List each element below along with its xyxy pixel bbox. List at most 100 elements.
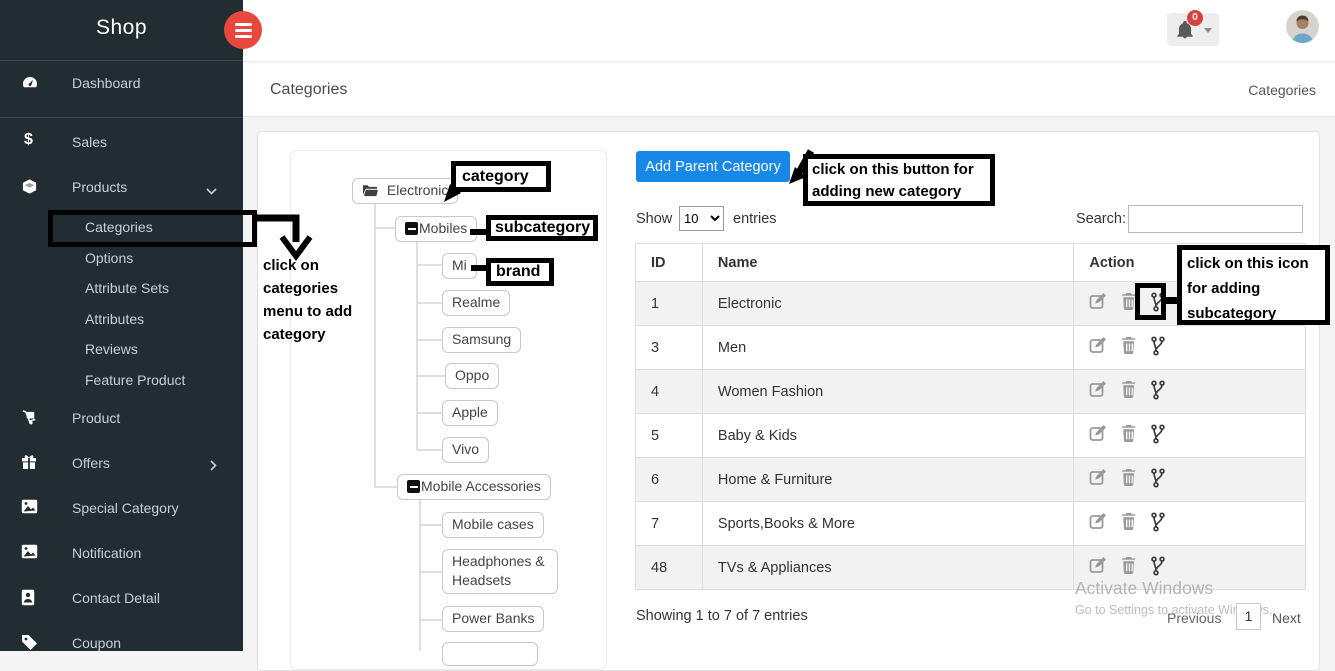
folder-open-icon bbox=[362, 184, 378, 197]
page-title: Categories bbox=[270, 81, 347, 99]
annotation-category-label: category bbox=[451, 161, 551, 192]
add-parent-category-button[interactable]: Add Parent Category bbox=[636, 151, 790, 182]
edit-icon[interactable] bbox=[1089, 292, 1108, 315]
sidebar-item-reviews[interactable]: Reviews bbox=[0, 338, 243, 364]
dollar-icon: $ bbox=[24, 131, 42, 149]
edit-icon[interactable] bbox=[1089, 468, 1108, 491]
tree-node-headphones-headsets[interactable]: Headphones & Headsets bbox=[442, 549, 558, 594]
chevron-right-icon bbox=[209, 458, 217, 474]
column-header-id[interactable]: ID bbox=[636, 244, 703, 282]
cell-name: TVs & Appliances bbox=[702, 546, 1073, 590]
tree-node-power-banks[interactable]: Power Banks bbox=[442, 606, 544, 632]
sidebar-item-products[interactable]: Products bbox=[0, 176, 243, 202]
edit-icon[interactable] bbox=[1089, 512, 1108, 535]
top-header: 0 bbox=[243, 0, 1335, 62]
user-avatar[interactable] bbox=[1286, 10, 1319, 43]
chevron-down-icon bbox=[206, 182, 217, 198]
edit-icon[interactable] bbox=[1089, 336, 1108, 359]
show-label: Show bbox=[636, 211, 672, 227]
annotation-subcategory-label: subcategory bbox=[486, 215, 598, 241]
table-body: 1 Electronic 3 Men bbox=[636, 282, 1306, 590]
edit-icon[interactable] bbox=[1089, 424, 1108, 447]
trash-icon[interactable] bbox=[1121, 424, 1137, 447]
trash-icon[interactable] bbox=[1121, 336, 1137, 359]
breadcrumb: Categories bbox=[1248, 82, 1316, 98]
table-row: 7 Sports,Books & More bbox=[636, 502, 1306, 546]
sidebar-item-coupon[interactable]: Coupon bbox=[0, 632, 243, 658]
pagination-page-1[interactable]: 1 bbox=[1236, 603, 1261, 630]
caret-down-icon bbox=[1204, 28, 1212, 33]
minus-square-icon[interactable] bbox=[407, 480, 420, 493]
annotation-brand-label: brand bbox=[486, 258, 554, 286]
cell-action bbox=[1074, 502, 1306, 546]
notifications-button[interactable]: 0 bbox=[1167, 13, 1219, 46]
cell-id: 4 bbox=[636, 370, 703, 414]
branch-icon[interactable] bbox=[1150, 556, 1166, 580]
search-label: Search: bbox=[1076, 211, 1126, 227]
tree-node-samsung[interactable]: Samsung bbox=[442, 327, 521, 353]
cell-id: 7 bbox=[636, 502, 703, 546]
sidebar-item-special-category[interactable]: Special Category bbox=[0, 497, 243, 523]
divider bbox=[0, 117, 243, 118]
watermark-line1: Activate Windows bbox=[1075, 578, 1213, 599]
branch-icon[interactable] bbox=[1150, 380, 1166, 404]
column-header-name[interactable]: Name bbox=[702, 244, 1073, 282]
table-row: 3 Men bbox=[636, 326, 1306, 370]
table-info: Showing 1 to 7 of 7 entries bbox=[636, 608, 808, 624]
sidebar-item-feature-product[interactable]: Feature Product bbox=[0, 369, 243, 395]
annotation-categories-menu-text: click on categories menu to add category bbox=[263, 254, 373, 346]
minus-square-icon[interactable] bbox=[405, 222, 418, 235]
cell-name: Women Fashion bbox=[702, 370, 1073, 414]
trash-icon[interactable] bbox=[1121, 380, 1137, 403]
gift-icon bbox=[21, 454, 39, 472]
dolly-icon bbox=[21, 409, 39, 427]
sidebar-item-notification[interactable]: Notification bbox=[0, 542, 243, 568]
tree-node-mobiles[interactable]: Mobiles bbox=[395, 216, 477, 242]
table-row: 4 Women Fashion bbox=[636, 370, 1306, 414]
annotation-box-categories-menu bbox=[48, 210, 257, 247]
sidebar-item-options[interactable]: Options bbox=[0, 247, 243, 273]
app-title: Shop bbox=[0, 16, 243, 40]
annotation-connector bbox=[1166, 297, 1177, 304]
page-size-select[interactable]: 10 bbox=[679, 206, 724, 231]
id-card-icon bbox=[21, 589, 39, 607]
tree-node-electronic[interactable]: Electronic bbox=[352, 178, 458, 204]
tag-icon bbox=[21, 634, 39, 652]
annotation-connector bbox=[471, 265, 486, 271]
trash-icon[interactable] bbox=[1121, 556, 1137, 579]
branch-icon[interactable] bbox=[1150, 468, 1166, 492]
branch-icon[interactable] bbox=[1150, 424, 1166, 448]
cell-name: Electronic bbox=[702, 282, 1073, 326]
tree-node-apple[interactable]: Apple bbox=[442, 400, 498, 426]
pagination-next[interactable]: Next bbox=[1272, 610, 1301, 626]
sidebar-item-dashboard[interactable]: Dashboard bbox=[0, 72, 243, 98]
annotation-box-branch-icon bbox=[1135, 283, 1166, 320]
sidebar: Shop Dashboard $ Sales Products Categori… bbox=[0, 0, 243, 651]
trash-icon[interactable] bbox=[1121, 468, 1137, 491]
tree-node-mobile-accessories[interactable]: Mobile Accessories bbox=[397, 474, 551, 500]
branch-icon[interactable] bbox=[1150, 512, 1166, 536]
edit-icon[interactable] bbox=[1089, 380, 1108, 403]
sidebar-item-offers[interactable]: Offers bbox=[0, 452, 243, 478]
sidebar-item-contact-detail[interactable]: Contact Detail bbox=[0, 587, 243, 613]
sidebar-toggle-button[interactable] bbox=[224, 11, 262, 49]
tree-node-partial[interactable] bbox=[442, 642, 538, 666]
tree-node-mobile-cases[interactable]: Mobile cases bbox=[442, 512, 544, 538]
tree-node-vivo[interactable]: Vivo bbox=[442, 437, 489, 463]
trash-icon[interactable] bbox=[1121, 512, 1137, 535]
cell-action bbox=[1074, 370, 1306, 414]
tree-node-realme[interactable]: Realme bbox=[442, 290, 510, 316]
cell-name: Home & Furniture bbox=[702, 458, 1073, 502]
cell-action bbox=[1074, 458, 1306, 502]
pagination-previous[interactable]: Previous bbox=[1167, 610, 1221, 626]
sidebar-item-product[interactable]: Product bbox=[0, 407, 243, 433]
cell-id: 1 bbox=[636, 282, 703, 326]
annotation-add-button-text: click on this button for adding new cate… bbox=[803, 154, 995, 206]
tree-node-oppo[interactable]: Oppo bbox=[445, 363, 499, 389]
sidebar-item-sales[interactable]: $ Sales bbox=[0, 131, 243, 157]
sidebar-item-attribute-sets[interactable]: Attribute Sets bbox=[0, 277, 243, 303]
sidebar-item-attributes[interactable]: Attributes bbox=[0, 308, 243, 334]
branch-icon[interactable] bbox=[1150, 336, 1166, 360]
search-input[interactable] bbox=[1128, 205, 1303, 233]
edit-icon[interactable] bbox=[1089, 556, 1108, 579]
